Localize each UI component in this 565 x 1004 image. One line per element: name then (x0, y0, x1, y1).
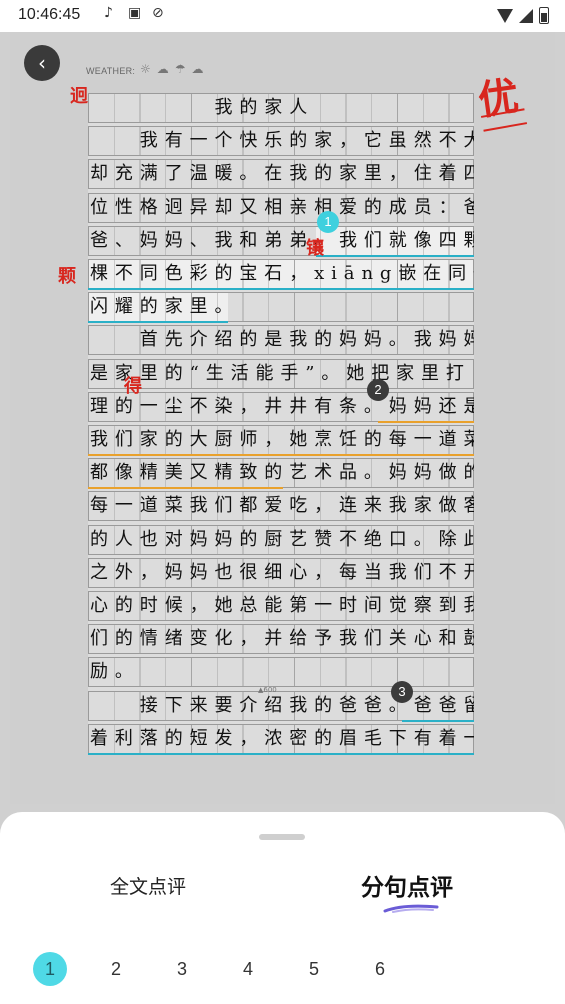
essay-line[interactable]: 都像精美又精致的艺术品。妈妈做的 (88, 458, 474, 488)
review-sheet: 全文点评 分句点评 123456 (0, 812, 565, 1004)
essay-line[interactable]: 棵不同色彩的宝石，xiāng嵌在同一个 (88, 259, 474, 289)
sentence-highlight (378, 420, 474, 423)
status-time: 10:46:45 (18, 6, 81, 23)
essay-line[interactable]: 首先介绍的是我的妈妈。我妈妈 (88, 325, 474, 355)
essay-line[interactable]: 心的时候，她总能第一时间觉察到我 (88, 591, 474, 621)
signal-icon (519, 8, 533, 23)
sheet-drag-handle[interactable] (259, 834, 305, 840)
tab-active-indicator (383, 904, 439, 913)
sentence-marker[interactable]: 3 (391, 681, 413, 703)
back-button[interactable]: ‹ (24, 45, 60, 81)
sentence-page-4[interactable]: 4 (231, 952, 265, 986)
sentence-page-2[interactable]: 2 (99, 952, 133, 986)
sentence-page-6[interactable]: 6 (363, 952, 397, 986)
essay-line[interactable]: 每一道菜我们都爱吃，连来我家做客 (88, 491, 474, 521)
essay-line[interactable]: 励。 (88, 657, 474, 687)
sentence-highlight (88, 487, 283, 490)
wifi-icon (497, 8, 513, 23)
essay-line[interactable]: 位性格迥异却又相亲相爱的成员：爸 (88, 193, 474, 223)
tab-sentence-review[interactable]: 分句点评 (361, 868, 453, 902)
sentence-page-3[interactable]: 3 (165, 952, 199, 986)
word-count-mark: ▲600 (258, 686, 277, 694)
essay-line[interactable]: 爸、妈妈、我和弟弟。我们就像四颗 (88, 226, 474, 256)
sentence-page-5[interactable]: 5 (297, 952, 331, 986)
sentence-highlight (88, 454, 474, 456)
sentence-highlight (402, 719, 474, 722)
chevron-left-icon: ‹ (38, 51, 46, 75)
music-icon: ♪ (104, 5, 113, 21)
correction-note: 迥 (70, 86, 88, 107)
essay-grid: 我的家人 我有一个快乐的家，它虽然不大， 却充满了温暖。在我的家里，住着四 位性格迥… (88, 93, 474, 755)
sentence-highlight (88, 288, 474, 290)
essay-line[interactable]: 接下来要介绍我的爸爸。爸爸留 (88, 691, 474, 721)
battery-icon (539, 7, 549, 24)
weather-icons: ☼☁☂☁ (140, 62, 210, 76)
sentence-highlight (88, 321, 228, 324)
essay-line[interactable]: 的人也对妈妈的厨艺赞不绝口。除此 (88, 525, 474, 555)
sentence-page-1[interactable]: 1 (33, 952, 67, 986)
essay-line[interactable]: 之外，妈妈也很细心，每当我们不开 (88, 558, 474, 588)
essay-line[interactable]: 却充满了温暖。在我的家里，住着四 (88, 159, 474, 189)
status-bar: 10:46:45 ♪ ▣ ⊘ (0, 0, 565, 32)
essay-line[interactable]: 们的情绪变化，并给予我们关心和鼓 (88, 624, 474, 654)
essay-line[interactable]: 着利落的短发，浓密的眉毛下有着一 (88, 724, 474, 754)
correction-note: 得 (124, 376, 142, 397)
essay-line[interactable]: 我们家的大厨师，她烹饪的每一道菜 (88, 425, 474, 455)
essay-line[interactable]: 闪耀的家里。 (88, 292, 474, 322)
sentence-marker[interactable]: 2 (367, 379, 389, 401)
sync-icon: ⊘ (152, 5, 164, 21)
correction-note: 颗 (58, 266, 76, 287)
essay-line[interactable]: 我的家人 (88, 93, 474, 123)
weather-label: WEATHER: (86, 66, 136, 76)
correction-note: 镶 (306, 238, 324, 259)
essay-line[interactable]: 我有一个快乐的家，它虽然不大， (88, 126, 474, 156)
sentence-highlight (316, 254, 474, 257)
app-notification-icon: ▣ (128, 5, 142, 21)
sentence-highlight (88, 752, 474, 755)
essay-line[interactable]: 是家里的“生活能手”。她把家里打 (88, 359, 474, 389)
essay-line[interactable]: 理的一尘不染，井井有条。妈妈还是 (88, 392, 474, 422)
sentence-marker[interactable]: 1 (317, 211, 339, 233)
tab-full-review[interactable]: 全文点评 (110, 872, 186, 899)
